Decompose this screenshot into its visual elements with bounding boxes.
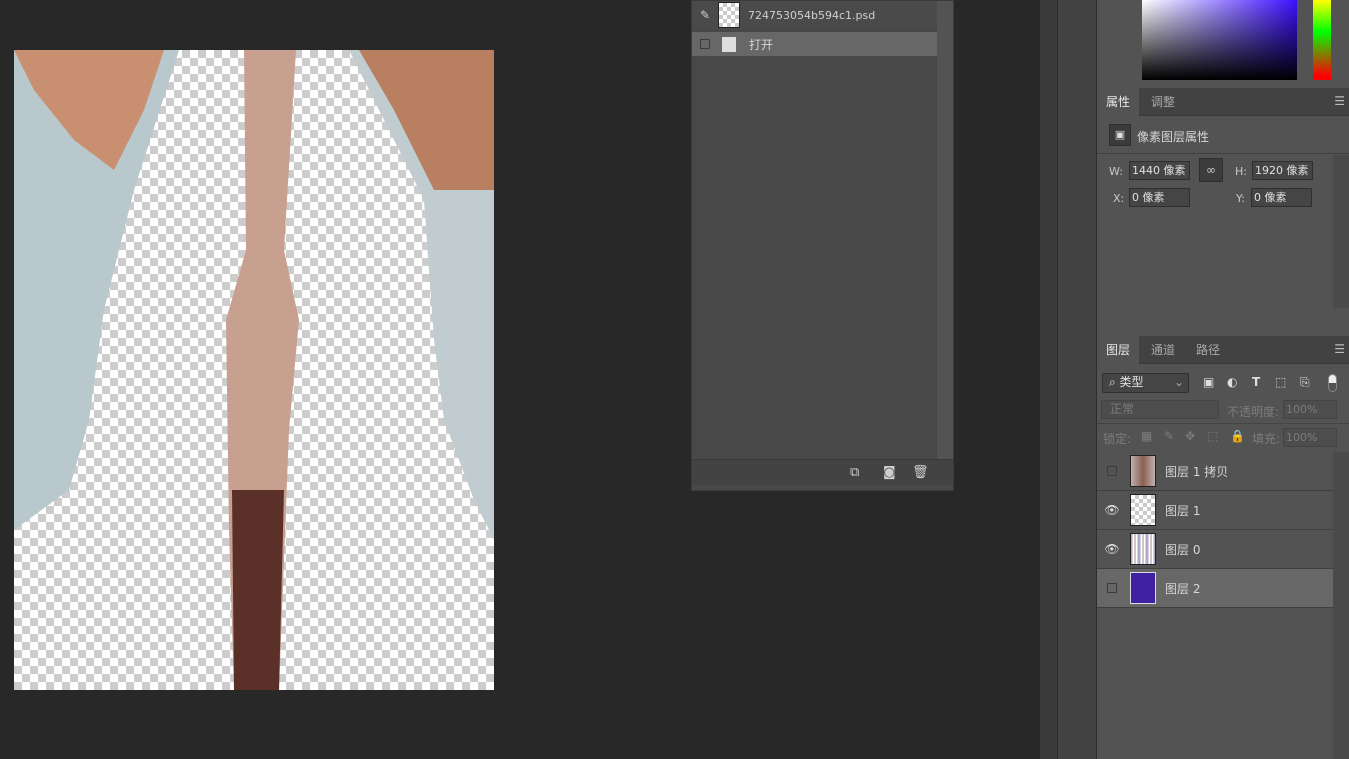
new-document-from-state-icon[interactable]: ⧉ xyxy=(850,465,859,480)
history-panel: ✎ 724753054b594c1.psd 打开 ⧉ ◙ 🗑 xyxy=(691,0,954,491)
y-input[interactable]: 0 像素 xyxy=(1251,188,1312,207)
layers-list: 图层 1 拷贝 👁 图层 1 👁 图层 0 图层 2 xyxy=(1097,452,1333,759)
layer-thumbnail xyxy=(1130,572,1156,604)
layer-thumbnail xyxy=(1130,455,1156,487)
history-brush-icon: ✎ xyxy=(699,8,711,22)
height-label: H: xyxy=(1235,165,1247,178)
tab-layers[interactable]: 图层 xyxy=(1097,336,1140,364)
layer-thumbnail xyxy=(1130,494,1156,526)
height-input[interactable]: 1920 像素 xyxy=(1252,161,1313,180)
properties-tabbar: 属性 调整 ☰ xyxy=(1097,88,1349,116)
tab-paths[interactable]: 路径 xyxy=(1187,336,1229,364)
scroll-strip xyxy=(1040,0,1057,759)
layer-row[interactable]: 👁 图层 0 xyxy=(1097,530,1333,569)
blend-mode-value: 正常 xyxy=(1110,402,1135,416)
fill-input[interactable]: 100% xyxy=(1283,428,1337,447)
x-label: X: xyxy=(1113,192,1125,205)
eye-icon[interactable]: 👁 xyxy=(1097,542,1127,556)
right-panel: 属性 调整 ☰ ▣ 像素图层属性 W: 1440 像素 ∞ H: 1920 像素… xyxy=(1097,0,1349,759)
properties-scrollbar[interactable] xyxy=(1333,155,1349,308)
trash-icon[interactable]: 🗑 xyxy=(912,465,929,480)
snapshot-name: 724753054b594c1.psd xyxy=(748,8,876,22)
layer-row[interactable]: 图层 1 拷贝 xyxy=(1097,452,1333,491)
lock-artboard-icon[interactable]: ⬚ xyxy=(1207,429,1218,443)
history-scrollbar[interactable] xyxy=(937,1,953,459)
canvas-image xyxy=(14,50,494,690)
properties-title: 像素图层属性 xyxy=(1137,130,1210,144)
tab-properties[interactable]: 属性 xyxy=(1097,88,1140,116)
history-item-open[interactable]: 打开 xyxy=(692,32,938,56)
filter-kind-value: 类型 xyxy=(1119,375,1144,389)
layers-scrollbar[interactable] xyxy=(1333,452,1349,759)
fill-label: 填充: xyxy=(1252,432,1281,446)
collapsed-panel-dock xyxy=(1057,0,1097,759)
filter-shape-icon[interactable]: ⬚ xyxy=(1275,375,1286,389)
layer-name: 图层 2 xyxy=(1165,581,1201,596)
layer-name: 图层 1 xyxy=(1165,503,1201,518)
tab-channels[interactable]: 通道 xyxy=(1142,336,1184,364)
filter-type-icon[interactable]: T xyxy=(1252,375,1260,389)
filter-smartobject-icon[interactable]: ⎘ xyxy=(1300,375,1310,390)
opacity-input[interactable]: 100% xyxy=(1283,400,1337,419)
width-label: W: xyxy=(1109,165,1123,178)
filter-toggle[interactable] xyxy=(1328,374,1337,392)
lock-move-icon[interactable]: ✥ xyxy=(1185,429,1195,443)
panel-menu-icon[interactable]: ☰ xyxy=(1334,94,1345,108)
width-input[interactable]: 1440 像素 xyxy=(1129,161,1190,180)
tab-adjustments[interactable]: 调整 xyxy=(1142,88,1184,116)
pixel-layer-icon: ▣ xyxy=(1109,124,1131,146)
filter-adjustment-icon[interactable]: ◐ xyxy=(1227,375,1237,389)
document-icon xyxy=(722,36,736,52)
y-label: Y: xyxy=(1236,192,1245,205)
layers-tabbar: 图层 通道 路径 ☰ xyxy=(1097,336,1349,364)
snapshot-thumbnail xyxy=(718,2,740,28)
blend-mode-select[interactable]: 正常 xyxy=(1101,400,1219,419)
link-icon[interactable]: ∞ xyxy=(1199,158,1223,182)
lock-transparent-icon[interactable]: ▦ xyxy=(1141,429,1152,443)
layer-thumbnail xyxy=(1130,533,1156,565)
color-picker-field[interactable] xyxy=(1142,0,1297,80)
history-item-label: 打开 xyxy=(749,37,774,52)
opacity-label: 不透明度: xyxy=(1227,405,1280,419)
eye-icon[interactable]: 👁 xyxy=(1097,503,1127,517)
visibility-toggle-off[interactable] xyxy=(1107,583,1117,593)
lock-all-icon[interactable]: 🔒 xyxy=(1230,429,1245,443)
lock-label: 锁定: xyxy=(1103,432,1132,446)
filter-pixel-icon[interactable]: ▣ xyxy=(1203,375,1214,389)
document-canvas[interactable] xyxy=(14,50,494,690)
layer-row[interactable]: 图层 2 xyxy=(1097,569,1333,608)
lock-paint-icon[interactable]: ✎ xyxy=(1164,429,1174,443)
layer-row[interactable]: 👁 图层 1 xyxy=(1097,491,1333,530)
layer-name: 图层 1 拷贝 xyxy=(1165,464,1229,479)
panel-menu-icon[interactable]: ☰ xyxy=(1334,342,1345,356)
x-input[interactable]: 0 像素 xyxy=(1129,188,1190,207)
visibility-toggle-off[interactable] xyxy=(1107,466,1117,476)
filter-kind-select[interactable]: ⌕ 类型 ⌄ xyxy=(1102,373,1189,393)
history-checkbox[interactable] xyxy=(700,39,710,49)
camera-snapshot-icon[interactable]: ◙ xyxy=(883,465,896,480)
layer-name: 图层 0 xyxy=(1165,542,1201,557)
history-snapshot[interactable]: ✎ 724753054b594c1.psd xyxy=(692,1,938,29)
hue-slider[interactable] xyxy=(1313,0,1331,80)
history-footer: ⧉ ◙ 🗑 xyxy=(692,459,953,485)
